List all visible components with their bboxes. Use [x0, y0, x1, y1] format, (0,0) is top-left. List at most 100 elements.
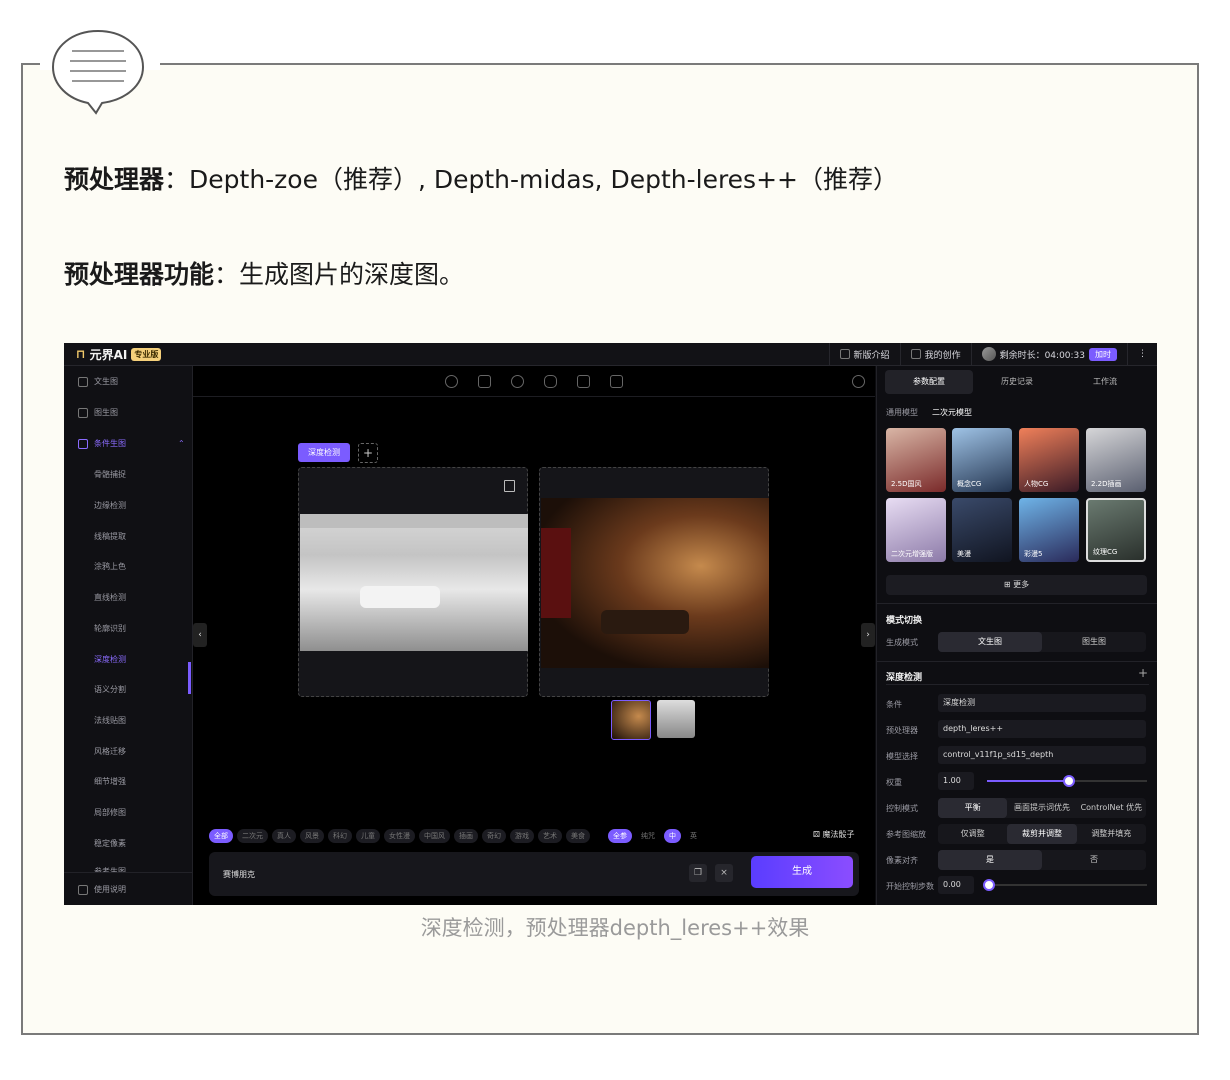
more-models-button[interactable]: ⊞ 更多 [886, 575, 1147, 595]
category-chip[interactable]: 全部 [209, 829, 233, 843]
my-creation-button[interactable]: 我的创作 [899, 343, 971, 365]
category-chip[interactable]: 插画 [454, 829, 478, 843]
thumbnail-input[interactable] [657, 700, 695, 738]
lang-en-toggle[interactable]: 英 [685, 829, 702, 843]
pixel-no[interactable]: 否 [1042, 850, 1146, 870]
sidebar-sub-seg[interactable]: 语义分割 [94, 684, 126, 695]
new-intro-button[interactable]: 新版介绍 [828, 343, 900, 365]
copy-icon[interactable]: ❐ [689, 864, 707, 882]
toggle-pure-prompt[interactable]: 纯咒 [636, 829, 660, 843]
category-chip[interactable]: 游戏 [510, 829, 534, 843]
dice-label: 魔法骰子 [822, 830, 855, 839]
sidebar-sub-scribble[interactable]: 涂鸦上色 [94, 561, 126, 572]
magic-dice-button[interactable]: ⚄ 魔法骰子 [813, 829, 855, 840]
hand-icon[interactable] [544, 375, 557, 388]
divider [877, 661, 1157, 662]
sidebar-sub-inpaint[interactable]: 局部修图 [94, 807, 126, 818]
toggle-all-params[interactable]: 全参 [608, 829, 632, 843]
model-card-selected[interactable]: 纹理CG [1086, 498, 1146, 562]
fullscreen-icon[interactable] [577, 375, 590, 388]
mode-img2img[interactable]: 图生图 [1042, 632, 1146, 652]
logo[interactable]: ⊓ 元界AI 专业版 [76, 346, 162, 362]
thumbnail-output[interactable] [611, 700, 651, 740]
sidebar-sub-depth[interactable]: 深度检测 [94, 654, 126, 665]
category-chip[interactable]: 二次元 [237, 829, 268, 843]
add-icon[interactable]: + [1138, 666, 1148, 680]
more-menu-button[interactable]: ⋮ [1127, 343, 1157, 365]
sidebar-sub-contour[interactable]: 轮廓识别 [94, 623, 126, 634]
tab-history[interactable]: 历史记录 [973, 370, 1061, 394]
model-card[interactable]: 概念CG [952, 428, 1012, 492]
sidebar-item-help[interactable]: 使用说明 [78, 884, 126, 895]
avatar[interactable] [981, 347, 996, 361]
model-card[interactable]: 彩漫5 [1019, 498, 1079, 562]
sidebar-sub-lineart[interactable]: 线稿提取 [94, 531, 126, 542]
prompt-box[interactable]: 赛博朋克 ❐ × 生成 [209, 852, 859, 896]
add-time-button[interactable]: 加时 [1089, 347, 1117, 361]
sidebar-sub-edge[interactable]: 边缘检测 [94, 500, 126, 511]
category-chip[interactable]: 艺术 [538, 829, 562, 843]
sidebar-sub-mlsd[interactable]: 直线检测 [94, 592, 126, 603]
face-icon[interactable] [511, 375, 524, 388]
prompt-input[interactable]: 赛博朋克 [223, 869, 255, 880]
sidebar-item-conditional[interactable]: 条件生图 ⌃ [78, 438, 185, 449]
tab-workflow[interactable]: 工作流 [1061, 370, 1149, 394]
sidebar-sub-normal[interactable]: 法线贴图 [94, 715, 126, 726]
start-slider-track[interactable] [987, 884, 1147, 886]
lang-cn-toggle[interactable]: 中 [664, 829, 681, 843]
sidebar-sub-style[interactable]: 风格迁移 [94, 746, 126, 757]
category-chip[interactable]: 科幻 [328, 829, 352, 843]
sidebar-sub-tile[interactable]: 稳定像素 [94, 838, 126, 849]
output-image-panel[interactable] [539, 467, 769, 697]
sidebar-divider [64, 872, 192, 873]
control-controlnet-first[interactable]: ControlNet 优先 [1077, 798, 1146, 818]
weight-input[interactable]: 1.00 [938, 772, 974, 790]
scale-crop-resize[interactable]: 裁剪并调整 [1007, 824, 1077, 844]
model-card[interactable]: 2.5D国风 [886, 428, 946, 492]
category-chip[interactable]: 女性漫 [384, 829, 415, 843]
download-icon[interactable] [610, 375, 623, 388]
nodes-icon [78, 438, 88, 449]
depth-tag[interactable]: 深度检测 [298, 443, 350, 462]
model-card[interactable]: 美漫 [952, 498, 1012, 562]
sidebar-sub-detail[interactable]: 细节增强 [94, 776, 126, 787]
category-chip[interactable]: 奇幻 [482, 829, 506, 843]
start-slider-handle[interactable] [983, 879, 995, 891]
reset-icon[interactable] [445, 375, 458, 388]
model-select[interactable]: control_v11f1p_sd15_depth [938, 746, 1146, 764]
mode-text2img[interactable]: 文生图 [938, 632, 1042, 652]
start-input[interactable]: 0.00 [938, 876, 974, 894]
weight-slider-handle[interactable] [1063, 775, 1075, 787]
generate-button[interactable]: 生成 [751, 856, 853, 888]
category-chip[interactable]: 美食 [566, 829, 590, 843]
control-balanced[interactable]: 平衡 [938, 798, 1008, 818]
input-image-panel[interactable] [298, 467, 528, 697]
canvas-toolbar [193, 366, 875, 397]
close-icon[interactable]: × [715, 864, 733, 882]
remaining-label: 剩余时长：04:00:33 [999, 350, 1085, 361]
control-prompt-first[interactable]: 画面提示词优先 [1007, 798, 1076, 818]
category-chip[interactable]: 风景 [300, 829, 324, 843]
sidebar-item-text2img[interactable]: 文生图 [78, 376, 118, 387]
add-condition-button[interactable]: + [358, 443, 378, 463]
sidebar-sub-pose[interactable]: 骨骼捕捉 [94, 469, 126, 480]
crop-icon[interactable] [478, 375, 491, 388]
preproc-select[interactable]: depth_leres++ [938, 720, 1146, 738]
model-card[interactable]: 二次元增强版 [886, 498, 946, 562]
scale-resize-only[interactable]: 仅调整 [938, 824, 1007, 844]
category-chip[interactable]: 儿童 [356, 829, 380, 843]
category-chip[interactable]: 中国风 [419, 829, 450, 843]
scale-resize-fill[interactable]: 调整并填充 [1077, 824, 1146, 844]
collapse-left-button[interactable]: ‹ [193, 623, 207, 647]
start-label: 开始控制步数 [886, 882, 934, 891]
collapse-right-button[interactable]: › [861, 623, 875, 647]
sidebar-item-img2img[interactable]: 图生图 [78, 407, 118, 418]
model-card[interactable]: 2.2D插画 [1086, 428, 1146, 492]
info-icon[interactable] [852, 375, 865, 388]
category-chip[interactable]: 真人 [272, 829, 296, 843]
tab-params[interactable]: 参数配置 [885, 370, 973, 394]
condition-select[interactable]: 深度检测 [938, 694, 1146, 712]
model-card[interactable]: 人物CG [1019, 428, 1079, 492]
pixel-yes[interactable]: 是 [938, 850, 1042, 870]
trash-icon[interactable] [504, 480, 515, 492]
